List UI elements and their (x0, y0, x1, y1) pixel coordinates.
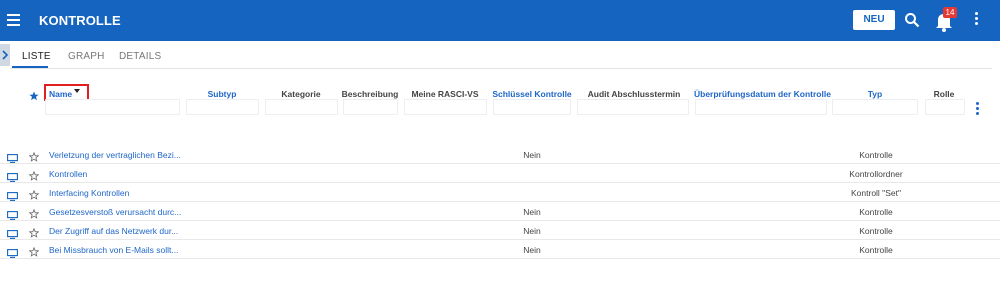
row-key-control: Nein (523, 207, 541, 217)
table-row[interactable]: Bei Missbrauch von E-Mails sollt... Nein… (0, 240, 1000, 259)
row-key-control: Nein (523, 226, 541, 236)
menu-icon[interactable] (7, 14, 20, 26)
tab-graph[interactable]: GRAPH (68, 51, 105, 62)
column-options-icon[interactable] (976, 102, 980, 118)
more-options-icon[interactable] (972, 12, 980, 28)
column-header-kategorie[interactable]: Kategorie (266, 89, 336, 99)
column-header-beschreibung[interactable]: Beschreibung (340, 89, 400, 99)
row-type: Kontrolle (859, 150, 893, 160)
column-header-schluessel[interactable]: Schlüssel Kontrolle (490, 89, 574, 99)
row-type: Kontrolle (859, 207, 893, 217)
sidebar-expand-toggle[interactable] (0, 44, 10, 66)
column-header-pruefung[interactable]: Überprüfungsdatum der Kontrolle (694, 89, 831, 99)
tab-liste[interactable]: LISTE (22, 51, 51, 62)
monitor-icon[interactable] (7, 245, 18, 263)
column-header-rolle[interactable]: Rolle (924, 89, 964, 99)
favorites-star-icon[interactable] (29, 88, 39, 106)
filter-typ-input[interactable] (832, 99, 918, 115)
filter-pruefung-input[interactable] (695, 99, 827, 115)
column-header-audit[interactable]: Audit Abschlusstermin (578, 89, 690, 99)
row-key-control: Nein (523, 150, 541, 160)
table-row[interactable]: Interfacing Kontrollen Kontroll "Set" (0, 183, 1000, 202)
table-row[interactable]: Verletzung der vertraglichen Bezi... Nei… (0, 145, 1000, 164)
row-key-control: Nein (523, 245, 541, 255)
filter-schluessel-input[interactable] (493, 99, 571, 115)
filter-kategorie-input[interactable] (265, 99, 338, 115)
column-header-subtyp[interactable]: Subtyp (190, 89, 254, 99)
app-bar: KONTROLLE NEU 14 (0, 0, 1000, 41)
filter-audit-input[interactable] (577, 99, 689, 115)
row-name-link[interactable]: Interfacing Kontrollen (49, 188, 129, 198)
chevron-right-icon (2, 50, 9, 60)
row-name-link[interactable]: Kontrollen (49, 169, 87, 179)
row-name-link[interactable]: Bei Missbrauch von E-Mails sollt... (49, 245, 178, 255)
new-button[interactable]: NEU (853, 10, 895, 30)
filter-subtyp-input[interactable] (186, 99, 259, 115)
row-name-link[interactable]: Verletzung der vertraglichen Bezi... (49, 150, 181, 160)
row-name-link[interactable]: Der Zugriff auf das Netzwerk dur... (49, 226, 178, 236)
page-title: KONTROLLE (39, 13, 121, 28)
sort-caret-icon[interactable] (74, 89, 80, 93)
row-name-link[interactable]: Gesetzesverstoß verursacht durc... (49, 207, 181, 217)
row-type: Kontroll "Set" (851, 188, 901, 198)
filter-rasci-input[interactable] (404, 99, 487, 115)
favorite-star-icon[interactable] (28, 244, 40, 262)
tab-divider (10, 68, 992, 69)
table-row[interactable]: Kontrollen Kontrollordner (0, 164, 1000, 183)
notification-badge: 14 (943, 7, 957, 18)
row-type: Kontrolle (859, 226, 893, 236)
table-row[interactable]: Gesetzesverstoß verursacht durc... Nein … (0, 202, 1000, 221)
row-type: Kontrollordner (849, 169, 903, 179)
row-type: Kontrolle (859, 245, 893, 255)
column-header-rasci[interactable]: Meine RASCI-VS (404, 89, 486, 99)
search-icon[interactable] (904, 12, 920, 28)
column-header-name[interactable]: Name (49, 89, 72, 99)
filter-name-input[interactable] (45, 99, 180, 115)
tab-details[interactable]: DETAILS (119, 51, 161, 62)
column-header-typ[interactable]: Typ (832, 89, 918, 99)
table-row[interactable]: Der Zugriff auf das Netzwerk dur... Nein… (0, 221, 1000, 240)
filter-rolle-input[interactable] (925, 99, 965, 115)
filter-beschreibung-input[interactable] (343, 99, 398, 115)
